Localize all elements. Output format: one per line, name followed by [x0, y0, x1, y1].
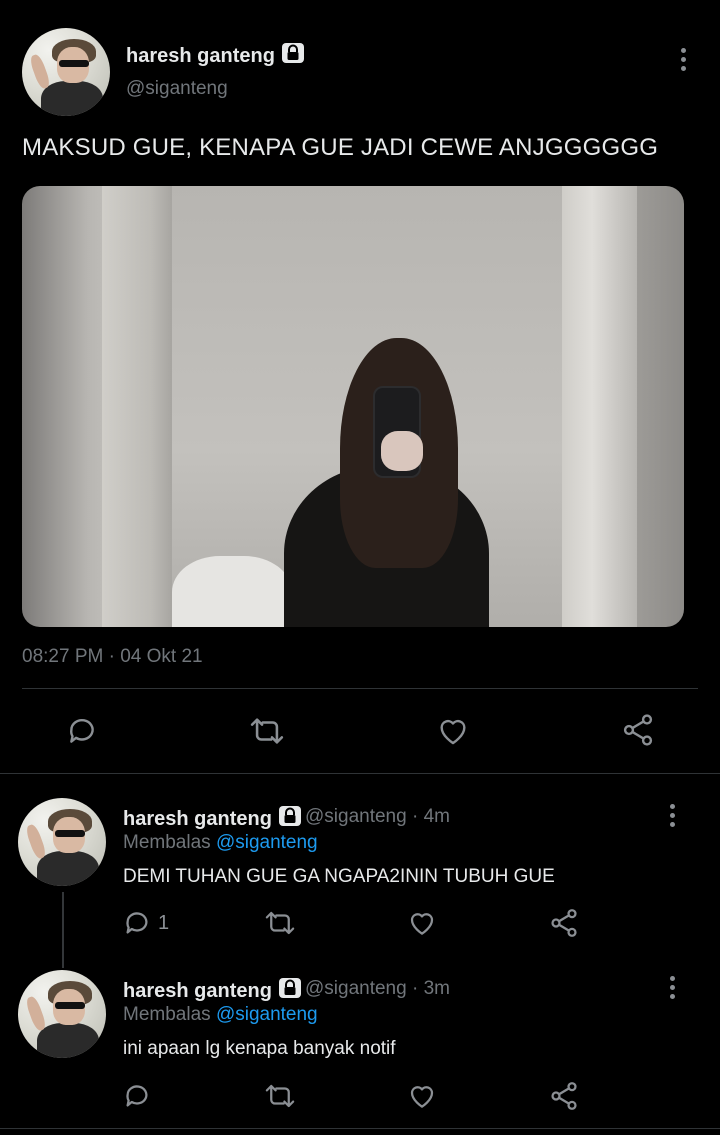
more-vertical-icon[interactable] [680, 48, 686, 71]
retweet-button[interactable] [263, 1081, 297, 1111]
reply-count: 1 [158, 911, 170, 934]
share-icon [551, 1082, 577, 1110]
reply-avatar[interactable] [18, 798, 106, 886]
share-button[interactable] [548, 907, 580, 939]
share-icon [551, 909, 577, 937]
like-button[interactable] [435, 714, 471, 748]
replying-to: Membalas @siganteng [123, 1004, 318, 1026]
reply-handle[interactable]: @siganteng [305, 806, 407, 827]
retweet-icon [265, 1084, 295, 1108]
share-button[interactable] [620, 712, 656, 748]
main-display-name-text[interactable]: haresh ganteng [126, 45, 275, 67]
reply-avatar[interactable] [18, 970, 106, 1058]
reply-icon [126, 912, 148, 934]
heart-icon [410, 1086, 434, 1108]
replying-mention[interactable]: @siganteng [216, 1004, 318, 1025]
tweet-timestamp[interactable]: 08:27 PM · 04 Okt 21 [22, 646, 203, 668]
replying-prefix: Membalas [123, 1004, 211, 1025]
tweet-photo[interactable] [22, 186, 684, 627]
retweet-icon [250, 718, 284, 744]
share-icon [623, 714, 653, 746]
reply-time: · 3m [411, 978, 450, 999]
lock-icon [278, 977, 302, 1005]
heart-icon [440, 719, 466, 745]
reply-icon [126, 1085, 148, 1107]
divider [0, 1128, 720, 1129]
reply-handle-time: @siganteng · 3m [305, 978, 450, 1000]
retweet-button[interactable] [248, 714, 286, 748]
lock-icon [278, 805, 302, 833]
replying-mention[interactable]: @siganteng [216, 832, 318, 853]
retweet-icon [265, 911, 295, 935]
reply-display-name-text[interactable]: haresh ganteng [123, 808, 272, 830]
reply-handle-time: @siganteng · 4m [305, 806, 450, 828]
reply-display-name[interactable]: haresh ganteng [123, 805, 302, 833]
main-avatar[interactable] [22, 28, 110, 116]
reply-text: ini apaan lg kenapa banyak notif [123, 1038, 396, 1059]
main-tweet-text: MAKSUD GUE, KENAPA GUE JADI CEWE ANJGGGG… [22, 134, 659, 161]
divider [0, 773, 720, 774]
reply-button[interactable] [65, 714, 99, 748]
reply-time: · 4m [411, 806, 450, 827]
more-vertical-icon[interactable] [669, 976, 675, 999]
main-display-name[interactable]: haresh ganteng [126, 42, 305, 70]
reply-button[interactable] [122, 1081, 152, 1111]
thread-line [62, 892, 64, 968]
like-button[interactable] [406, 908, 438, 938]
share-button[interactable] [548, 1080, 580, 1112]
replying-to: Membalas @siganteng [123, 832, 318, 854]
reply-text: DEMI TUHAN GUE GA NGAPA2ININ TUBUH GUE [123, 866, 555, 887]
reply-handle[interactable]: @siganteng [305, 978, 407, 999]
reply-display-name[interactable]: haresh ganteng [123, 977, 302, 1005]
replying-prefix: Membalas [123, 832, 211, 853]
reply-button[interactable]: 1 [122, 908, 169, 938]
retweet-button[interactable] [263, 908, 297, 938]
reply-display-name-text[interactable]: haresh ganteng [123, 980, 272, 1002]
reply-icon [70, 718, 94, 743]
lock-icon [281, 42, 305, 70]
divider [22, 688, 698, 689]
main-handle[interactable]: @siganteng [126, 78, 228, 100]
like-button[interactable] [406, 1081, 438, 1111]
more-vertical-icon[interactable] [669, 804, 675, 827]
heart-icon [410, 913, 434, 935]
